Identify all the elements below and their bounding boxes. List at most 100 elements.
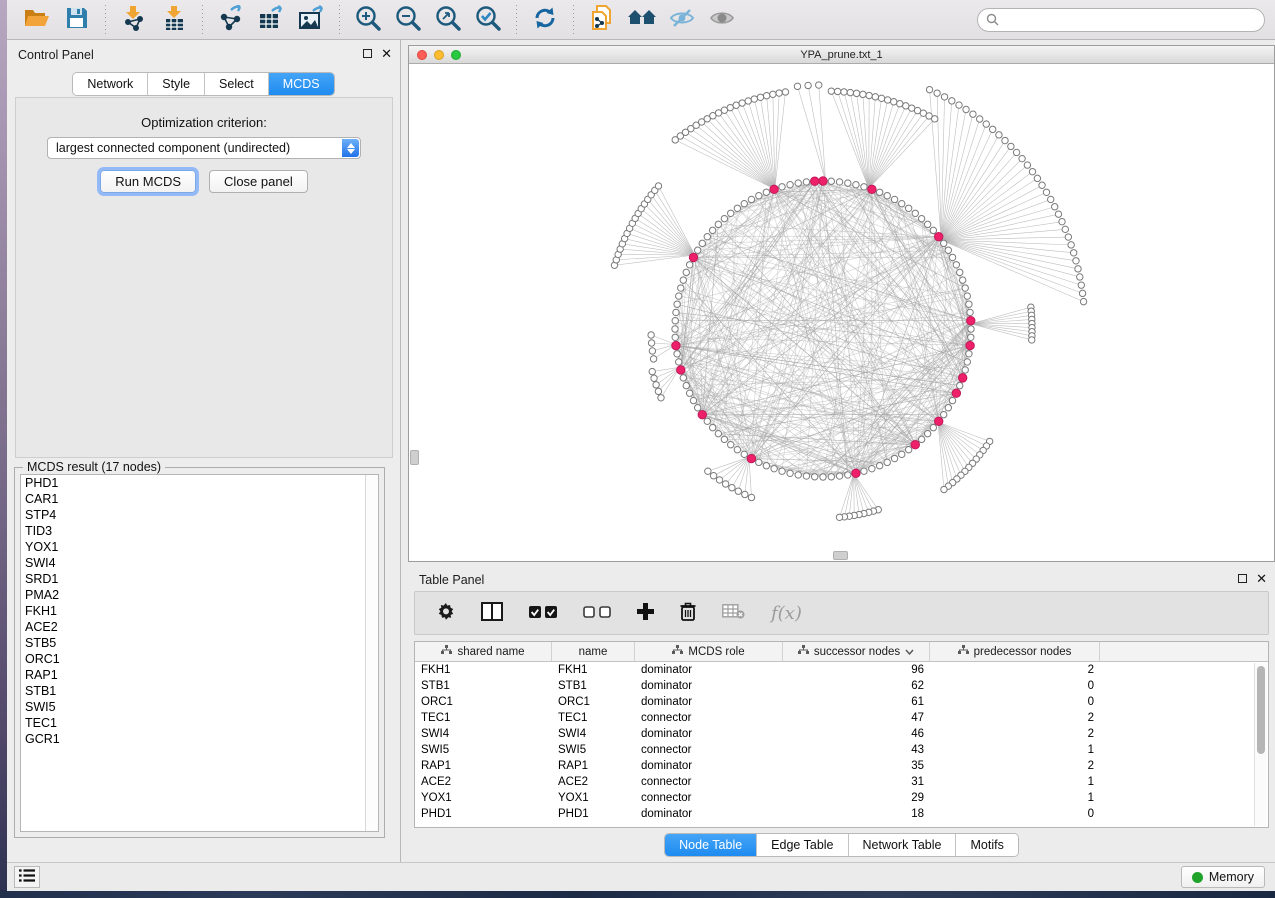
mcds-result-item[interactable]: ORC1 bbox=[21, 651, 378, 667]
network-node[interactable] bbox=[779, 184, 785, 190]
network-node[interactable] bbox=[836, 473, 842, 479]
mcds-result-item[interactable]: PMA2 bbox=[21, 587, 378, 603]
mcds-result-item[interactable]: SRD1 bbox=[21, 571, 378, 587]
mcds-result-item[interactable]: STP4 bbox=[21, 507, 378, 523]
table-cell[interactable]: SWI4 bbox=[415, 726, 552, 742]
network-node[interactable] bbox=[959, 277, 965, 283]
network-node[interactable] bbox=[716, 477, 722, 483]
mcds-result-item[interactable]: SWI4 bbox=[21, 555, 378, 571]
network-node[interactable] bbox=[648, 340, 654, 346]
table-row[interactable]: STB1STB1dominator620 bbox=[415, 678, 1268, 694]
mcds-result-item[interactable]: FKH1 bbox=[21, 603, 378, 619]
mcds-hub-node[interactable] bbox=[868, 185, 876, 193]
network-node[interactable] bbox=[1079, 290, 1085, 296]
network-node[interactable] bbox=[1039, 182, 1045, 188]
table-cell[interactable]: FKH1 bbox=[415, 662, 552, 678]
first-neighbors-button[interactable] bbox=[622, 4, 662, 36]
table-cell[interactable]: dominator bbox=[635, 662, 783, 678]
table-cell[interactable]: 2 bbox=[930, 758, 1100, 774]
network-node[interactable] bbox=[962, 285, 968, 291]
network-node[interactable] bbox=[709, 227, 715, 233]
network-node[interactable] bbox=[741, 200, 747, 206]
table-cell[interactable]: YOX1 bbox=[415, 790, 552, 806]
network-node[interactable] bbox=[715, 221, 721, 227]
close-panel-icon[interactable]: ✕ bbox=[381, 48, 392, 59]
network-node[interactable] bbox=[884, 192, 890, 198]
network-node[interactable] bbox=[861, 184, 867, 190]
network-node[interactable] bbox=[648, 332, 654, 338]
network-node[interactable] bbox=[748, 196, 754, 202]
network-node[interactable] bbox=[1068, 242, 1074, 248]
network-window-titlebar[interactable]: YPA_prune.txt_1 bbox=[409, 46, 1274, 64]
network-node[interactable] bbox=[828, 474, 834, 480]
table-settings-button[interactable] bbox=[437, 603, 455, 624]
table-row[interactable]: ACE2ACE2connector311 bbox=[415, 774, 1268, 790]
network-node[interactable] bbox=[941, 94, 947, 100]
network-node[interactable] bbox=[1034, 175, 1040, 181]
network-node[interactable] bbox=[787, 182, 793, 188]
network-node[interactable] bbox=[1075, 266, 1081, 272]
network-node[interactable] bbox=[989, 126, 995, 132]
network-node[interactable] bbox=[680, 375, 686, 381]
export-network-button[interactable] bbox=[211, 4, 251, 36]
network-node[interactable] bbox=[757, 94, 763, 100]
table-cell[interactable]: connector bbox=[635, 774, 783, 790]
minimize-window-icon[interactable] bbox=[434, 50, 444, 60]
network-node[interactable] bbox=[968, 326, 974, 332]
mcds-result-item[interactable]: STB1 bbox=[21, 683, 378, 699]
table-cell[interactable]: 35 bbox=[783, 758, 930, 774]
table-cell[interactable]: PHD1 bbox=[552, 806, 635, 822]
zoom-selected-button[interactable] bbox=[468, 4, 508, 36]
network-node[interactable] bbox=[653, 382, 659, 388]
float-panel-icon[interactable] bbox=[1238, 574, 1247, 583]
table-cell[interactable]: 1 bbox=[930, 774, 1100, 790]
network-node[interactable] bbox=[1077, 274, 1083, 280]
table-cell[interactable]: TEC1 bbox=[552, 710, 635, 726]
network-node[interactable] bbox=[945, 247, 951, 253]
table-cell[interactable]: ACE2 bbox=[552, 774, 635, 790]
mcds-hub-node[interactable] bbox=[967, 317, 975, 325]
delete-table-button[interactable] bbox=[722, 604, 745, 622]
tab-motifs[interactable]: Motifs bbox=[956, 834, 1017, 856]
close-panel-button[interactable]: Close panel bbox=[209, 170, 308, 193]
table-cell[interactable]: 61 bbox=[783, 694, 930, 710]
table-cell[interactable]: ORC1 bbox=[552, 694, 635, 710]
network-node[interactable] bbox=[651, 375, 657, 381]
network-node[interactable] bbox=[694, 247, 700, 253]
table-cell[interactable]: FKH1 bbox=[552, 662, 635, 678]
network-node[interactable] bbox=[996, 132, 1002, 138]
mcds-hub-node[interactable] bbox=[935, 233, 943, 241]
network-node[interactable] bbox=[853, 182, 859, 188]
network-node[interactable] bbox=[782, 89, 788, 95]
maximize-window-icon[interactable] bbox=[451, 50, 461, 60]
network-node[interactable] bbox=[728, 210, 734, 216]
network-node[interactable] bbox=[834, 88, 840, 94]
select-all-button[interactable] bbox=[529, 606, 557, 621]
network-node[interactable] bbox=[676, 293, 682, 299]
mcds-hub-node[interactable] bbox=[677, 366, 685, 374]
network-node[interactable] bbox=[869, 465, 875, 471]
network-node[interactable] bbox=[828, 178, 834, 184]
network-node[interactable] bbox=[779, 468, 785, 474]
network-node[interactable] bbox=[1073, 258, 1079, 264]
network-node[interactable] bbox=[694, 405, 700, 411]
network-node[interactable] bbox=[897, 101, 903, 107]
table-cell[interactable]: dominator bbox=[635, 758, 783, 774]
table-cell[interactable]: SWI5 bbox=[552, 742, 635, 758]
network-node[interactable] bbox=[957, 382, 963, 388]
network-node[interactable] bbox=[672, 318, 678, 324]
table-cell[interactable]: TEC1 bbox=[415, 710, 552, 726]
table-row[interactable]: PHD1PHD1dominator180 bbox=[415, 806, 1268, 822]
network-node[interactable] bbox=[836, 514, 842, 520]
mcds-hub-node[interactable] bbox=[952, 389, 960, 397]
network-node[interactable] bbox=[970, 111, 976, 117]
network-node[interactable] bbox=[884, 459, 890, 465]
run-mcds-button[interactable]: Run MCDS bbox=[100, 170, 196, 193]
network-node[interactable] bbox=[680, 277, 686, 283]
network-node[interactable] bbox=[845, 472, 851, 478]
table-cell[interactable]: 0 bbox=[930, 678, 1100, 694]
optimization-criterion-select[interactable]: largest connected component (undirected) bbox=[47, 137, 361, 159]
network-node[interactable] bbox=[820, 474, 826, 480]
network-node[interactable] bbox=[733, 102, 739, 108]
network-node[interactable] bbox=[674, 351, 680, 357]
